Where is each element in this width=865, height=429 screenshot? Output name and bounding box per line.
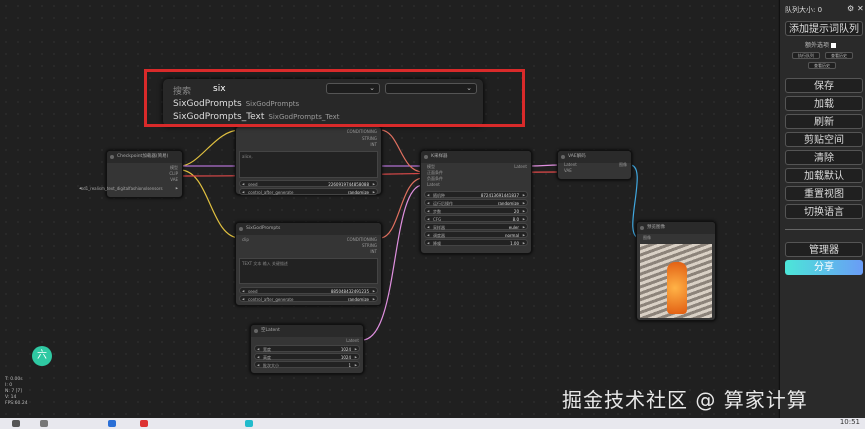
control-widget[interactable]: control_after_generaterandomize — [239, 188, 378, 196]
app-logo[interactable]: 六 — [32, 346, 52, 366]
clock: 10:51 — [839, 418, 860, 426]
input-clip[interactable]: clip — [242, 237, 249, 243]
prompt-textarea[interactable]: TEXT 文本 输入 关键描述 — [239, 258, 378, 284]
node-title: 预览图像 — [637, 222, 715, 234]
output-int[interactable]: INT — [370, 142, 377, 148]
control-widget[interactable]: control_after_generaterandomize — [239, 295, 378, 303]
app-icon[interactable] — [140, 420, 148, 427]
preview-image-node[interactable]: 预览图像 图像 — [636, 221, 716, 321]
node-title: Checkpoint加载器(简易) — [107, 151, 182, 163]
height-widget[interactable]: 高度1024 — [254, 353, 360, 361]
queue-small-button[interactable]: 执行队列 — [792, 52, 820, 59]
ckpt-name-widget[interactable]: sd1_realism_text_digitalfashionxlsensors — [77, 185, 180, 192]
vae-decode-node[interactable]: VAE解码 Latent VAE 图像 — [557, 150, 632, 180]
close-icon[interactable]: ✕ — [857, 4, 864, 13]
highlight-box — [144, 69, 525, 127]
extra-options[interactable]: 额外选项 — [805, 40, 836, 49]
steps-widget[interactable]: 步数20 — [424, 207, 528, 215]
seed-widget[interactable]: seed885048432491235 — [239, 287, 378, 295]
search-icon[interactable] — [40, 420, 48, 427]
app-icon[interactable] — [108, 420, 116, 427]
seed-widget[interactable]: seed2260919744858088 — [239, 180, 378, 188]
save-button[interactable]: 保存 — [785, 78, 863, 93]
output-image[interactable]: 图像 — [619, 162, 627, 168]
after-run-widget[interactable]: 运行后操作randomize — [424, 199, 528, 207]
clipspace-button[interactable]: 剪贴空间 — [785, 132, 863, 147]
port-vae[interactable]: VAE — [170, 177, 178, 183]
input-vae[interactable]: VAE — [564, 168, 572, 174]
output-latent[interactable]: Latent — [346, 338, 359, 344]
node-links — [179, 129, 641, 341]
watermark: 掘金技术社区 @ 算家计算 — [562, 388, 808, 412]
scheduler-widget[interactable]: 调度器normal — [424, 231, 528, 239]
empty-latent-node[interactable]: 空Latent Latent 宽度1024 高度1024 批次大小1 — [250, 324, 364, 374]
cfg-widget[interactable]: CFG8.0 — [424, 215, 528, 223]
app-icon[interactable] — [245, 420, 253, 427]
node-canvas[interactable]: Checkpoint加载器(简易) 模型 CLIP VAE sd1_realis… — [0, 0, 778, 418]
switch-language-button[interactable]: 切换语言 — [785, 204, 863, 219]
queue-size: 队列大小: 0 — [785, 6, 823, 14]
ksampler-node[interactable]: K采样器 模型 正面条件 负面条件 Latent Latent 随机种87241… — [420, 150, 532, 254]
sixgodprompts-node[interactable]: SixGodPrompts clip CONDITIONING STRING I… — [235, 222, 382, 306]
input-latent[interactable]: Latent — [427, 182, 440, 188]
sampler-widget[interactable]: 采样器euler — [424, 223, 528, 231]
history-button[interactable]: 查看历史 — [808, 62, 836, 69]
output-latent[interactable]: Latent — [514, 164, 527, 170]
node-title: SixGodPrompts — [236, 223, 381, 235]
prompt-textarea[interactable]: alice, — [239, 151, 378, 178]
share-button[interactable]: 分享 — [785, 260, 863, 275]
batch-widget[interactable]: 批次大小1 — [254, 361, 360, 369]
manager-button[interactable]: 管理器 — [785, 242, 863, 257]
output-conditioning[interactable]: CONDITIONING — [347, 129, 377, 135]
clear-button[interactable]: 清除 — [785, 150, 863, 165]
start-icon[interactable] — [12, 420, 20, 427]
checkpoint-loader-node[interactable]: Checkpoint加载器(简易) 模型 CLIP VAE sd1_realis… — [79, 150, 183, 198]
load-button[interactable]: 加载 — [785, 96, 863, 111]
node-title: K采样器 — [421, 151, 531, 163]
seed-widget[interactable]: 随机种872413691441837 — [424, 191, 528, 199]
width-widget[interactable]: 宽度1024 — [254, 345, 360, 353]
denoise-widget[interactable]: 降噪1.00 — [424, 239, 528, 247]
history-small-button[interactable]: 查看历史 — [825, 52, 853, 59]
load-default-button[interactable]: 加载默认 — [785, 168, 863, 183]
side-menu: 队列大小: 0 ⚙ ✕ 添加提示词队列 额外选项 执行队列 查看历史 查看历史 … — [779, 0, 865, 418]
node-title: 空Latent — [251, 325, 363, 337]
reset-view-button[interactable]: 重置视图 — [785, 186, 863, 201]
stats-panel: T: 0.00s I: 0 N: 7 [7] V: 14 FPS:60.24 — [5, 377, 28, 406]
checkbox — [830, 43, 836, 48]
output-int[interactable]: INT — [370, 249, 377, 255]
input-image[interactable]: 图像 — [643, 235, 651, 241]
prompt-node-top[interactable]: CONDITIONING STRING INT alice, seed22609… — [235, 126, 382, 196]
refresh-button[interactable]: 刷新 — [785, 114, 863, 129]
queue-prompt-button[interactable]: 添加提示词队列 — [785, 21, 863, 36]
divider — [785, 229, 863, 230]
bottle-shape — [667, 262, 687, 314]
taskbar: 10:51 — [0, 418, 865, 429]
preview-image — [640, 244, 712, 318]
gear-icon[interactable]: ⚙ — [847, 4, 854, 13]
